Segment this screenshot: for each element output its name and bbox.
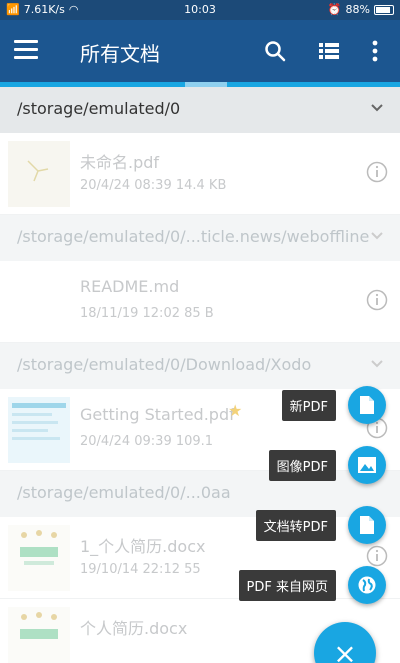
file-meta: 18/11/19 12:02 85 B bbox=[80, 306, 214, 321]
convert-pdf-button[interactable] bbox=[348, 506, 386, 544]
fab-label[interactable]: 新PDF bbox=[281, 389, 336, 421]
image-pdf-button[interactable] bbox=[348, 446, 386, 484]
file-icon bbox=[360, 396, 374, 414]
more-vert-icon[interactable] bbox=[362, 38, 388, 64]
fab-label[interactable]: 文档转PDF bbox=[255, 509, 336, 541]
folder-path: /storage/emulated/0/Download/Xodo bbox=[17, 355, 312, 374]
status-bar: 📶 7.61K/s ◠ 10:03 ⏰ 88% bbox=[0, 0, 400, 20]
fab-label[interactable]: PDF 来自网页 bbox=[238, 569, 336, 601]
star-icon[interactable]: ★ bbox=[228, 401, 242, 420]
image-icon bbox=[358, 457, 376, 473]
fab-convert-pdf[interactable]: 文档转PDF bbox=[255, 506, 386, 544]
info-icon[interactable] bbox=[366, 289, 388, 311]
file-meta: 20/4/24 09:39 109.1 bbox=[80, 434, 214, 449]
pdf-thumbnail bbox=[8, 141, 70, 207]
file-name: 未命名.pdf bbox=[80, 153, 160, 172]
folder-path: /storage/emulated/0/...0aa bbox=[17, 483, 231, 502]
file-name: 个人简历.docx bbox=[80, 619, 188, 638]
info-icon[interactable] bbox=[366, 545, 388, 567]
folder-header[interactable]: /storage/emulated/0/...ticle.news/weboff… bbox=[0, 215, 400, 261]
alarm-icon: ⏰ bbox=[327, 3, 342, 16]
info-icon[interactable] bbox=[366, 161, 388, 183]
fab-web-pdf[interactable]: PDF 来自网页 bbox=[238, 566, 386, 604]
list-item[interactable]: README.md 18/11/19 12:02 85 B bbox=[0, 261, 400, 343]
docx-thumbnail bbox=[8, 525, 70, 591]
chevron-down-icon[interactable] bbox=[370, 357, 384, 371]
fab-image-pdf[interactable]: 图像PDF bbox=[268, 446, 386, 484]
list-item[interactable]: 未命名.pdf 20/4/24 08:39 14.4 KB bbox=[0, 133, 400, 215]
app-bar: 所有文档 bbox=[0, 20, 400, 82]
folder-path: /storage/emulated/0 bbox=[17, 99, 181, 118]
search-icon[interactable] bbox=[262, 38, 288, 64]
chevron-down-icon[interactable] bbox=[370, 101, 384, 115]
battery-icon bbox=[374, 4, 394, 15]
close-icon: × bbox=[333, 636, 357, 663]
pdf-thumbnail bbox=[8, 397, 70, 463]
file-name: README.md bbox=[80, 277, 180, 296]
fab-new-pdf[interactable]: 新PDF bbox=[281, 386, 386, 424]
battery-percent: 88% bbox=[345, 3, 370, 16]
menu-icon[interactable] bbox=[14, 40, 38, 62]
file-name: Getting Started.pdf bbox=[80, 405, 235, 424]
folder-path: /storage/emulated/0/...ticle.news/weboff… bbox=[17, 227, 370, 246]
fab-label[interactable]: 图像PDF bbox=[268, 449, 336, 481]
page-title: 所有文档 bbox=[80, 42, 160, 66]
globe-icon bbox=[358, 576, 376, 594]
new-pdf-button[interactable] bbox=[348, 386, 386, 424]
list-view-icon[interactable] bbox=[316, 38, 342, 64]
file-meta: 20/4/24 08:39 14.4 KB bbox=[80, 178, 227, 193]
chevron-down-icon[interactable] bbox=[370, 229, 384, 243]
file-meta: 19/10/14 22:12 55 bbox=[80, 562, 201, 577]
file-icon bbox=[360, 516, 374, 534]
folder-header[interactable]: /storage/emulated/0/Download/Xodo bbox=[0, 343, 400, 389]
docx-thumbnail bbox=[8, 607, 70, 663]
file-name: 1_个人简历.docx bbox=[80, 537, 206, 556]
folder-header[interactable]: /storage/emulated/0 bbox=[0, 87, 400, 133]
web-pdf-button[interactable] bbox=[348, 566, 386, 604]
